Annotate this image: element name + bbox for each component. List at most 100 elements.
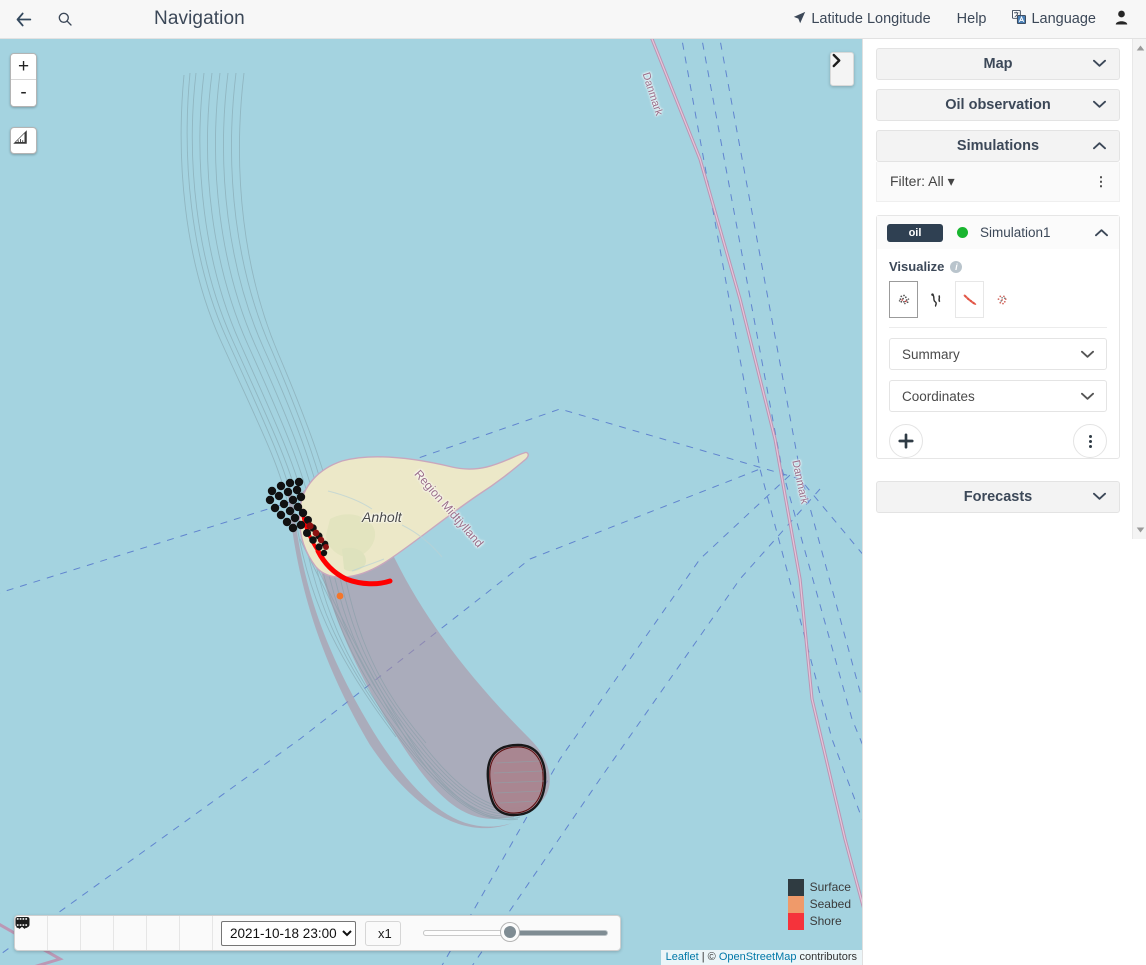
simulations-filter-row: Filter: All ▾ ⋮ bbox=[876, 162, 1120, 202]
attribution-suffix: contributors bbox=[796, 951, 857, 963]
scroll-down-arrow-icon[interactable] bbox=[1133, 523, 1146, 537]
navigation-arrow-icon bbox=[793, 11, 806, 28]
visualize-option-particles[interactable] bbox=[889, 281, 918, 318]
panel-scroll-area: Map Oil observation Simulations Filter: … bbox=[863, 39, 1133, 965]
step-back-button[interactable] bbox=[18, 916, 114, 950]
simulation-type-badge: oil bbox=[887, 223, 943, 242]
accordion-map[interactable]: Map bbox=[876, 48, 1120, 80]
legend-swatch-seabed bbox=[787, 896, 804, 913]
datetime-select[interactable]: 2021-10-18 23:00 bbox=[221, 920, 356, 946]
trajectory-icon bbox=[930, 292, 940, 307]
chevron-right-icon[interactable] bbox=[830, 52, 854, 86]
latitude-longitude-label: Latitude Longitude bbox=[811, 11, 931, 27]
playback-speed-button[interactable]: x1 bbox=[15, 917, 401, 946]
kebab-dot bbox=[1088, 439, 1092, 443]
accordion-forecasts[interactable]: Forecasts bbox=[876, 481, 1120, 513]
time-slider[interactable] bbox=[422, 923, 608, 942]
visualize-label: Visualize bbox=[889, 259, 945, 274]
chevron-down-icon bbox=[1093, 97, 1106, 113]
kebab-menu-icon[interactable]: ⋮ bbox=[1091, 175, 1111, 188]
page-title: Navigation bbox=[154, 8, 245, 29]
attribution-separator: | © bbox=[698, 951, 719, 963]
filter-dropdown[interactable]: Filter: All ▾ bbox=[890, 173, 955, 190]
shore-icon bbox=[963, 294, 976, 305]
accordion-oil-observation[interactable]: Oil observation bbox=[876, 89, 1120, 121]
kebab-dot bbox=[1088, 434, 1092, 438]
accordion-coordinates-label: Coordinates bbox=[902, 388, 975, 404]
latitude-longitude-button[interactable]: Latitude Longitude bbox=[780, 11, 943, 28]
add-simulation-button[interactable] bbox=[889, 424, 923, 458]
more-options-button[interactable] bbox=[1073, 424, 1107, 458]
zoom-in-button[interactable]: + bbox=[11, 54, 36, 80]
accordion-summary-label: Summary bbox=[902, 346, 960, 362]
accordion-summary[interactable]: Summary bbox=[889, 338, 1107, 370]
user-icon bbox=[1115, 10, 1128, 29]
panel-divider bbox=[889, 327, 1107, 328]
legend-label-shore: Shore bbox=[809, 914, 842, 928]
accordion-coordinates[interactable]: Coordinates bbox=[889, 380, 1107, 412]
search-icon[interactable] bbox=[48, 2, 82, 36]
legend-label-seabed: Seabed bbox=[809, 897, 851, 911]
translate-icon bbox=[1012, 9, 1027, 28]
panel-scrollbar[interactable] bbox=[1132, 39, 1146, 539]
chevron-up-icon[interactable] bbox=[1095, 224, 1108, 242]
accordion-oil-observation-label: Oil observation bbox=[945, 97, 1051, 113]
zoom-out-button[interactable]: - bbox=[11, 80, 36, 106]
visualize-option-density[interactable] bbox=[988, 281, 1017, 318]
skip-to-end-button[interactable] bbox=[16, 916, 213, 950]
back-icon[interactable] bbox=[6, 2, 40, 36]
legend-swatch-surface bbox=[787, 879, 804, 896]
user-account-button[interactable] bbox=[1109, 10, 1146, 29]
legend-swatch-shore bbox=[787, 913, 804, 930]
visualize-option-shore[interactable] bbox=[955, 281, 984, 318]
leaflet-link[interactable]: Leaflet bbox=[666, 951, 699, 963]
visualize-title-row: Visualize i bbox=[889, 259, 1107, 274]
right-side-panel: Map Oil observation Simulations Filter: … bbox=[862, 39, 1146, 965]
filter-label: Filter: All bbox=[890, 173, 944, 189]
step-back-fast-button[interactable] bbox=[18, 916, 81, 950]
slider-fill bbox=[422, 930, 510, 936]
accordion-forecasts-label: Forecasts bbox=[963, 489, 1033, 505]
playback-speed-label: x1 bbox=[378, 925, 392, 941]
ruler-icon[interactable] bbox=[10, 127, 37, 154]
density-icon bbox=[997, 295, 1007, 304]
legend-swatches bbox=[787, 879, 804, 930]
slider-thumb[interactable] bbox=[500, 923, 519, 941]
simulation-name: Simulation1 bbox=[980, 225, 1051, 240]
simulation-card: oil Simulation1 Visualize i Summary Coor… bbox=[876, 215, 1120, 459]
accordion-simulations[interactable]: Simulations bbox=[876, 130, 1120, 162]
top-app-bar: Navigation Latitude Longitude Help Langu… bbox=[0, 0, 1146, 39]
chevron-down-icon bbox=[1093, 489, 1106, 505]
language-button[interactable]: Language bbox=[999, 9, 1109, 28]
map-canvas[interactable]: Anholt Region Midtjylland Danmark Danmar… bbox=[0, 39, 862, 965]
simulation-header-row[interactable]: oil Simulation1 bbox=[877, 216, 1119, 249]
zoom-control: + - bbox=[10, 53, 37, 107]
legend-label-surface: Surface bbox=[809, 880, 851, 894]
accordion-map-label: Map bbox=[983, 56, 1013, 72]
step-forward-button[interactable] bbox=[18, 916, 147, 950]
help-button[interactable]: Help bbox=[944, 11, 1000, 27]
visualize-option-trajectory[interactable] bbox=[922, 281, 951, 318]
visualize-options bbox=[889, 281, 1107, 318]
caret-down-icon: ▾ bbox=[947, 173, 955, 189]
openstreetmap-link[interactable]: OpenStreetMap bbox=[719, 951, 797, 963]
map-legend: Surface Seabed Shore bbox=[787, 879, 851, 930]
accordion-simulations-label: Simulations bbox=[956, 138, 1040, 154]
time-control-bar: 2021-10-18 23:00 x1 bbox=[14, 915, 621, 951]
info-icon[interactable]: i bbox=[950, 260, 963, 273]
status-badge bbox=[957, 227, 968, 238]
scroll-up-arrow-icon[interactable] bbox=[1133, 41, 1146, 55]
particles-icon bbox=[898, 294, 909, 304]
language-label: Language bbox=[1031, 11, 1096, 27]
chevron-up-icon bbox=[1093, 138, 1106, 154]
top-bar-right-group: Latitude Longitude Help Language bbox=[780, 9, 1146, 29]
legend-labels: Surface Seabed Shore bbox=[810, 879, 851, 930]
simulation-actions-row bbox=[877, 412, 1119, 458]
help-label: Help bbox=[956, 11, 987, 27]
map-attribution: Leaflet | © OpenStreetMap contributors bbox=[660, 950, 862, 965]
play-button[interactable] bbox=[18, 916, 180, 950]
map-vector-layer bbox=[0, 39, 862, 965]
chevron-down-icon bbox=[1081, 347, 1094, 362]
chevron-down-icon bbox=[1093, 56, 1106, 72]
kebab-dot bbox=[1088, 444, 1092, 448]
